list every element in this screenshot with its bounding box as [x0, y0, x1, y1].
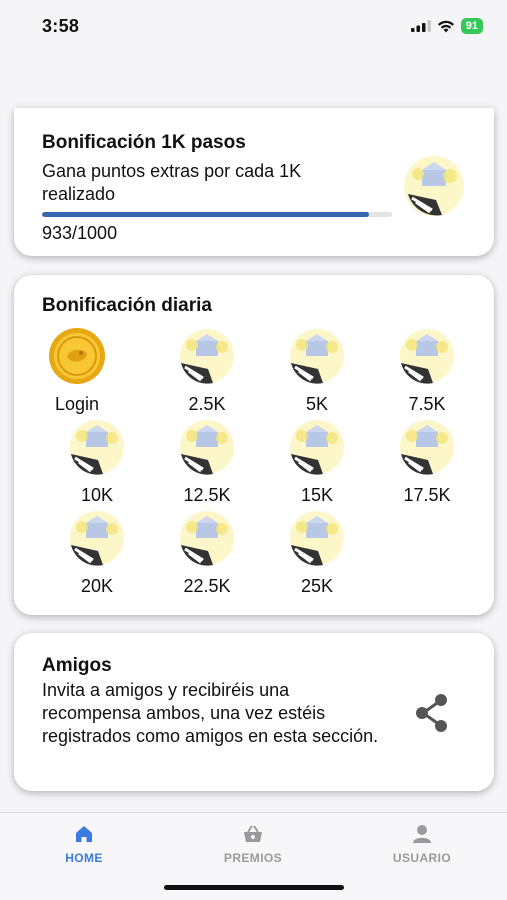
medal-icon — [285, 509, 349, 572]
bonus-item-label: 25K — [300, 576, 334, 596]
medal-icon — [175, 327, 239, 390]
medal-icon — [285, 418, 349, 481]
bonus-1k-progress-fill — [42, 212, 369, 217]
daily-bonus-title: Bonificación diaria — [42, 295, 212, 316]
gold-coin-icon — [45, 327, 109, 390]
medal-icon — [175, 418, 239, 481]
status-bar: 3:58 91 — [0, 0, 507, 52]
signal-icon — [410, 20, 431, 32]
bonus-item[interactable]: 7.5K — [372, 327, 482, 418]
share-icon[interactable] — [410, 691, 454, 735]
tab-usuario[interactable]: USUARIO — [362, 823, 482, 865]
bonus-item[interactable]: 12.5K — [152, 418, 262, 509]
bonus-item[interactable]: 25K — [262, 509, 372, 600]
header-space — [0, 52, 507, 110]
bonus-item-label: Login — [54, 394, 100, 414]
basket-icon — [244, 825, 262, 842]
daily-bonus-card: Bonificación diaria Login 2.5K 5K 7.5K 10K 12… — [14, 275, 494, 615]
user-icon — [413, 825, 431, 843]
tab-bar: HOME PREMIOS USUARIO — [0, 812, 507, 900]
tab-premios-label: PREMIOS — [223, 851, 283, 865]
bonus-item-label: 20K — [80, 576, 114, 596]
daily-bonus-grid: Login 2.5K 5K 7.5K 10K 12.5K 15K 17.5K 20K 22.5K 2… — [42, 327, 482, 600]
bonus-1k-progress-bar — [42, 212, 392, 217]
bonus-item[interactable]: 2.5K — [152, 327, 262, 418]
bonus-item[interactable]: 17.5K — [372, 418, 482, 509]
bonus-1k-progress-text: 933/1000 — [42, 223, 118, 243]
bonus-1k-title: Bonificación 1K pasos — [42, 132, 246, 153]
bonus-item-label: 22.5K — [183, 576, 231, 596]
home-icon — [76, 826, 92, 842]
bonus-item[interactable]: 15K — [262, 418, 372, 509]
tab-home[interactable]: HOME — [24, 823, 144, 865]
bonus-item[interactable]: 5K — [262, 327, 372, 418]
medal-icon — [285, 327, 349, 390]
bonus-item-label: 12.5K — [183, 485, 231, 505]
medal-icon — [65, 509, 129, 572]
bonus-item[interactable]: 20K — [42, 509, 152, 600]
bonus-item-label: 10K — [80, 485, 114, 505]
bonus-item[interactable]: 22.5K — [152, 509, 262, 600]
medal-icon — [395, 418, 459, 481]
bonus-1k-card[interactable]: Bonificación 1K pasos Gana puntos extras… — [14, 108, 494, 256]
bonus-item-label: 15K — [300, 485, 334, 505]
friends-card[interactable]: Amigos Invita a amigos y recibiréis una … — [14, 633, 494, 791]
status-time: 3:58 — [42, 15, 80, 36]
bonus-item[interactable]: Login — [22, 327, 132, 418]
bonus-item-label: 5K — [305, 394, 329, 414]
home-indicator — [164, 885, 344, 890]
friends-description: Invita a amigos y recibiréis una recompe… — [42, 680, 379, 746]
tab-premios[interactable]: PREMIOS — [193, 823, 313, 865]
tab-home-label: HOME — [65, 851, 103, 865]
bonus-item-label: 7.5K — [408, 394, 446, 414]
medal-icon — [404, 156, 464, 216]
bonus-1k-description: Gana puntos extras por cada 1K realizado — [42, 161, 302, 204]
medal-icon — [65, 418, 129, 481]
wifi-icon — [437, 20, 454, 32]
medal-icon — [395, 327, 459, 390]
bonus-item[interactable]: 10K — [42, 418, 152, 509]
tab-usuario-label: USUARIO — [392, 851, 452, 865]
battery-icon: 91 — [460, 18, 483, 34]
bonus-item-label: 2.5K — [188, 394, 226, 414]
bonus-item-label: 17.5K — [403, 485, 451, 505]
friends-title: Amigos — [42, 655, 112, 676]
medal-icon — [175, 509, 239, 572]
status-icons: 91 — [410, 18, 483, 34]
